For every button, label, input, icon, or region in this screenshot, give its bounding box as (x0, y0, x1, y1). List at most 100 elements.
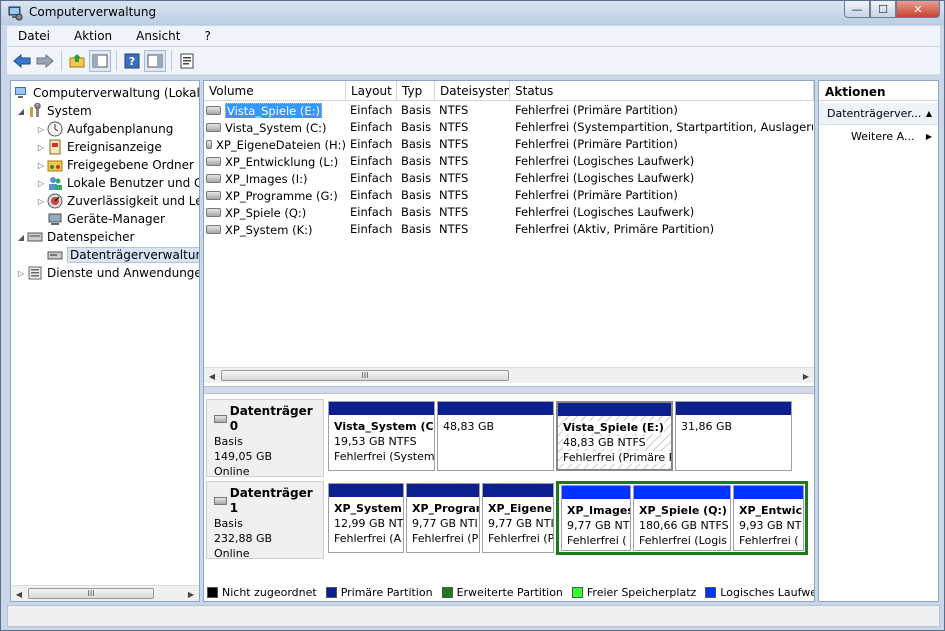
submenu-arrow-icon: ▶ (925, 131, 932, 141)
show-hide-action-pane-icon (147, 54, 163, 67)
column-header-status[interactable]: Status (510, 81, 814, 101)
collapse-up-icon[interactable]: ▲ (926, 109, 932, 118)
legend-item: Primäre Partition (325, 586, 433, 599)
menu-aktion[interactable]: Aktion (69, 29, 117, 43)
volume-layout: Einfach (350, 103, 393, 117)
partition-block[interactable]: XP_System 12,99 GB NT Fehlerfrei (A (328, 483, 404, 553)
pane-splitter[interactable] (204, 386, 814, 394)
actions-section-disk-management[interactable]: Datenträgerver... ▲ (819, 103, 938, 125)
maximize-button[interactable]: ☐ (870, 1, 896, 18)
volume-status: Fehlerfrei (Logisches Laufwerk) (515, 171, 695, 185)
tree-item-datentraegerverwaltung[interactable]: Datenträgerverwaltung (47, 246, 199, 264)
expand-arrow-icon[interactable]: ▷ (35, 197, 47, 206)
volume-type: Basis (401, 137, 432, 151)
tree-item-freigaben[interactable]: ▷ Freigegebene Ordner (35, 156, 194, 174)
expand-arrow-icon[interactable]: ▷ (35, 125, 47, 134)
tree-label: Ereignisanzeige (67, 140, 162, 154)
disk-icon (214, 497, 227, 505)
partition-name: Vista_System (C: (334, 420, 435, 433)
partition-block[interactable]: Vista_System (C: 19,53 GB NTFS Fehlerfrei … (328, 401, 435, 471)
close-button[interactable]: ✕ (896, 1, 940, 18)
help-button[interactable]: ? (121, 50, 143, 72)
actions-more-item[interactable]: Weitere A... ▶ (819, 125, 938, 147)
tree-item-datenspeicher[interactable]: ◢ Datenspeicher (15, 228, 134, 246)
legend-label: Logisches Laufwerk (720, 586, 814, 599)
logical-drive-bar (734, 486, 803, 499)
volume-layout: Einfach (350, 205, 393, 219)
partition-block[interactable]: XP_Spiele (Q:) 180,66 GB NTFS Fehlerfrei (… (633, 485, 731, 551)
menu-datei[interactable]: Datei (13, 29, 55, 43)
show-hide-tree-button[interactable] (89, 49, 111, 72)
tree-item-aufgabenplanung[interactable]: ▷ Aufgabenplanung (35, 120, 173, 138)
partition-size: 19,53 GB NTFS (334, 435, 417, 448)
column-header-volume[interactable]: Volume (204, 81, 346, 101)
show-hide-action-pane-button[interactable] (144, 49, 166, 72)
volume-row[interactable]: Vista_System (C:) Einfach Basis NTFS Feh… (204, 119, 814, 136)
back-button[interactable] (11, 50, 33, 72)
volume-row[interactable]: XP_Spiele (Q:) Einfach Basis NTFS Fehler… (204, 204, 814, 221)
legend-label: Erweiterte Partition (456, 586, 563, 599)
scroll-thumb[interactable]: III (28, 588, 154, 599)
volume-row[interactable]: XP_Programme (G:) Einfach Basis NTFS Feh… (204, 187, 814, 204)
tree-item-geraete[interactable]: Geräte-Manager (47, 210, 165, 228)
tree-item-zuverlaessigkeit[interactable]: ▷ Zuverlässigkeit und Leistung (35, 192, 199, 210)
scroll-left-icon[interactable]: ◀ (11, 586, 27, 601)
partition-block[interactable]: 48,83 GB (437, 401, 554, 471)
legend-swatch (441, 587, 453, 598)
collapse-arrow-icon[interactable]: ◢ (15, 233, 27, 242)
partition-block[interactable]: XP_Progran 9,77 GB NTI Fehlerfrei (P (406, 483, 480, 553)
primary-partition-bar (676, 402, 791, 415)
toolbar-separator (116, 50, 117, 71)
tree-item-system[interactable]: ◢ System (15, 102, 92, 120)
volume-type: Basis (401, 120, 432, 134)
partition-block-selected[interactable]: Vista_Spiele (E:) 48,83 GB NTFS Fehlerfrei… (556, 401, 673, 471)
volume-row[interactable]: XP_System (K:) Einfach Basis NTFS Fehler… (204, 221, 814, 238)
title-bar[interactable]: Computerverwaltung — ☐ ✕ (1, 1, 944, 25)
disk-0-label[interactable]: Datenträger 0 Basis 149,05 GB Online (206, 399, 324, 478)
back-icon (13, 53, 31, 68)
volume-row[interactable]: XP_Images (I:) Einfach Basis NTFS Fehler… (204, 170, 814, 187)
volume-status: Fehlerfrei (Primäre Partition) (515, 103, 678, 117)
disk-1-label[interactable]: Datenträger 1 Basis 232,88 GB Online (206, 481, 324, 560)
column-header-dateisystem[interactable]: Dateisystem (435, 81, 510, 101)
scroll-right-icon[interactable]: ▶ (183, 586, 199, 601)
minimize-button[interactable]: — (844, 1, 870, 18)
scroll-thumb[interactable]: III (221, 370, 509, 381)
volume-row[interactable]: XP_EigeneDateien (H:) Einfach Basis NTFS… (204, 136, 814, 153)
forward-button[interactable] (34, 50, 56, 72)
expand-arrow-icon[interactable]: ▷ (15, 269, 27, 278)
properties-button[interactable] (176, 50, 198, 72)
tree-label: Computerverwaltung (Lokal) (33, 86, 200, 100)
tree-item-root[interactable]: Computerverwaltung (Lokal) (13, 84, 200, 102)
tree-item-ereignisanzeige[interactable]: ▷ Ereignisanzeige (35, 138, 162, 156)
disk-type: Basis (214, 517, 243, 530)
volume-icon (206, 225, 221, 234)
volume-row[interactable]: Vista_Spiele (E:) Einfach Basis NTFS Feh… (204, 102, 814, 119)
partition-block[interactable]: XP_EigeneI 9,77 GB NTI Fehlerfrei (P (482, 483, 554, 553)
menu-help[interactable]: ? (199, 29, 215, 43)
menu-ansicht[interactable]: Ansicht (131, 29, 185, 43)
tree-horizontal-scrollbar[interactable]: ◀ III ▶ (11, 585, 199, 601)
system-tools-icon (27, 103, 43, 119)
users-icon (47, 175, 63, 191)
collapse-arrow-icon[interactable]: ◢ (15, 107, 27, 116)
column-header-typ[interactable]: Typ (397, 81, 435, 101)
volume-type: Basis (401, 222, 432, 236)
partition-block[interactable]: XP_Images 9,77 GB NT Fehlerfrei ( (561, 485, 631, 551)
scroll-right-icon[interactable]: ▶ (798, 368, 814, 384)
scroll-left-icon[interactable]: ◀ (204, 368, 220, 384)
expand-arrow-icon[interactable]: ▷ (35, 161, 47, 170)
up-folder-button[interactable] (66, 50, 88, 72)
toolbar-separator (61, 50, 62, 71)
volume-list-horizontal-scrollbar[interactable]: ◀ III ▶ (204, 367, 814, 383)
tree-label: Aufgabenplanung (67, 122, 174, 136)
tree-item-benutzer[interactable]: ▷ Lokale Benutzer und Gruppen (35, 174, 199, 192)
tree-item-dienste[interactable]: ▷ Dienste und Anwendungen (15, 264, 199, 282)
partition-block[interactable]: 31,86 GB (675, 401, 792, 471)
partition-block[interactable]: XP_Entwic 9,93 GB NT Fehlerfrei ( (733, 485, 804, 551)
column-header-layout[interactable]: Layout (346, 81, 397, 101)
disk-size: 232,88 GB (214, 532, 273, 545)
expand-arrow-icon[interactable]: ▷ (35, 143, 47, 152)
expand-arrow-icon[interactable]: ▷ (35, 179, 47, 188)
volume-row[interactable]: XP_Entwicklung (L:) Einfach Basis NTFS F… (204, 153, 814, 170)
